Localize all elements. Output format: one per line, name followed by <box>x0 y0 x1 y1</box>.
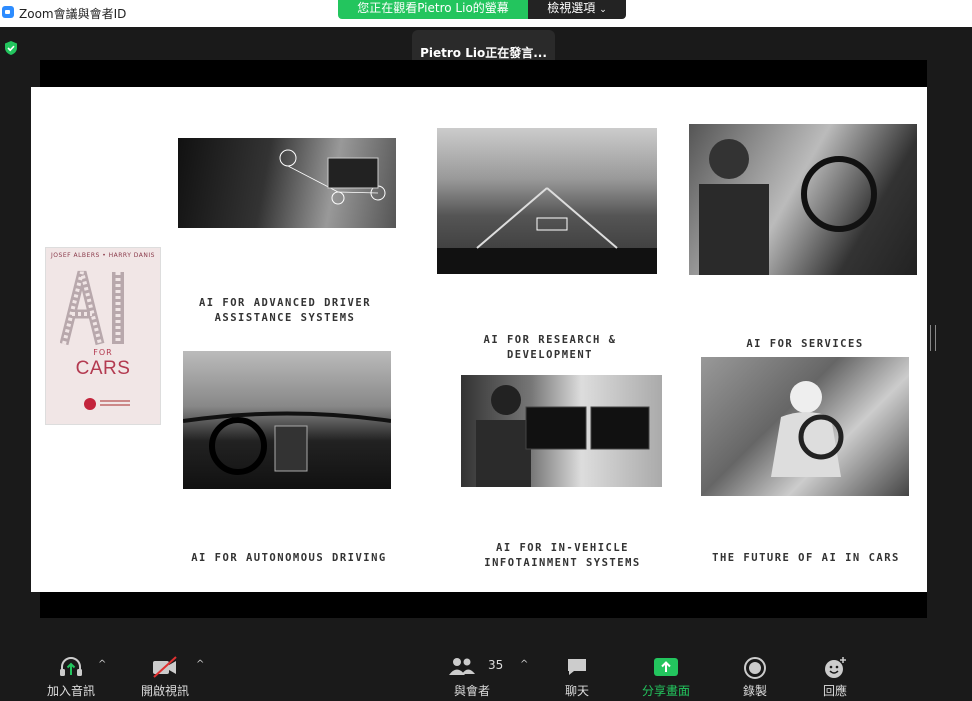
share-screen-label: 分享畫面 <box>641 684 690 698</box>
photo-adas-driver <box>178 138 396 228</box>
photo-tesla-interior <box>183 351 391 489</box>
caret-up-icon: ^ <box>196 659 205 670</box>
headphones-icon <box>60 657 82 676</box>
caption-services: AI FOR SERVICES <box>715 337 895 352</box>
viewing-banner: 您正在觀看Pietro Lio的螢幕 <box>338 0 528 19</box>
meeting-toolbar: 加入音訊 ^ 開啟視訊 ^ 35 與會者 ^ 聊天 分享畫面 錄製 回應 <box>0 647 972 701</box>
caret-up-icon: ^ <box>98 659 107 670</box>
caption-adas: AI FOR ADVANCED DRIVER ASSISTANCE SYSTEM… <box>180 296 390 326</box>
video-off-icon <box>153 656 177 678</box>
view-options-button[interactable]: 檢視選項 ⌄ <box>528 0 626 19</box>
join-audio-label: 加入音訊 <box>46 684 95 698</box>
caption-rnd-line2: DEVELOPMENT <box>506 349 594 361</box>
video-options-caret[interactable]: ^ <box>194 647 208 701</box>
start-video-label: 開啟視訊 <box>140 684 189 698</box>
book-authors: JOSEF ALBERS • HARRY DANIS <box>51 252 155 259</box>
panel-resize-handle[interactable] <box>930 325 936 351</box>
share-screen-button[interactable]: 分享畫面 <box>634 647 698 701</box>
record-icon <box>744 657 766 679</box>
view-options-label: 檢視選項 <box>547 1 596 15</box>
caption-infotainment-line1: AI FOR IN-VEHICLE <box>496 542 629 554</box>
share-screen-icon <box>654 658 678 676</box>
photo-rnd-engineer <box>461 375 662 487</box>
publisher-text-lines <box>100 400 130 402</box>
book-cars: CARS <box>75 358 131 379</box>
publisher-logo-icon <box>84 398 96 410</box>
shield-icon[interactable] <box>3 40 19 56</box>
caption-infotainment-line2: INFOTAINMENT SYSTEMS <box>484 557 641 569</box>
caret-up-icon: ^ <box>520 659 529 670</box>
record-button[interactable]: 錄製 <box>730 647 780 701</box>
participants-icon <box>449 658 475 675</box>
caption-future-line1: THE FUTURE OF AI IN CARS <box>712 552 900 564</box>
zoom-logo-icon <box>2 6 14 18</box>
window-title: Zoom會議與會者ID <box>19 7 127 21</box>
book-for: FOR <box>93 348 113 357</box>
audio-options-caret[interactable]: ^ <box>96 647 110 701</box>
chat-icon <box>568 659 586 675</box>
photo-crash-dummy <box>701 357 909 496</box>
join-audio-button[interactable]: 加入音訊 <box>40 647 102 701</box>
caption-rnd-line1: AI FOR RESEARCH & <box>483 334 617 346</box>
photo-service-man <box>689 124 917 275</box>
chat-label: 聊天 <box>564 684 589 698</box>
caption-future: THE FUTURE OF AI IN CARS <box>700 551 912 566</box>
reactions-button[interactable]: 回應 <box>810 647 860 701</box>
caption-research: AI FOR RESEARCH & DEVELOPMENT <box>455 333 645 363</box>
start-video-button[interactable]: 開啟視訊 <box>134 647 196 701</box>
book-cover: JOSEF ALBERS • HARRY DANIS FOR CARS <box>45 247 161 425</box>
book-ai-lettering <box>60 270 124 346</box>
caption-adas-line1: AI FOR ADVANCED DRIVER <box>198 297 372 309</box>
photo-highway-hud <box>437 128 657 274</box>
reactions-label: 回應 <box>822 684 847 698</box>
reaction-icon <box>825 657 846 678</box>
caption-autonomous: AI FOR AUTONOMOUS DRIVING <box>175 551 403 566</box>
caption-infotainment: AI FOR IN-VEHICLE INFOTAINMENT SYSTEMS <box>460 541 665 571</box>
caption-services-line1: AI FOR SERVICES <box>746 338 864 350</box>
participants-button[interactable]: 35 與會者 <box>445 647 503 701</box>
participants-options-caret[interactable]: ^ <box>518 647 532 701</box>
participants-label: 與會者 <box>453 684 490 698</box>
chat-button[interactable]: 聊天 <box>552 647 602 701</box>
record-label: 錄製 <box>742 684 767 698</box>
caption-autonomous-line1: AI FOR AUTONOMOUS DRIVING <box>191 552 387 564</box>
chevron-down-icon: ⌄ <box>599 5 607 15</box>
caption-adas-line2: ASSISTANCE SYSTEMS <box>214 312 356 324</box>
participants-count: 35 <box>488 658 504 672</box>
